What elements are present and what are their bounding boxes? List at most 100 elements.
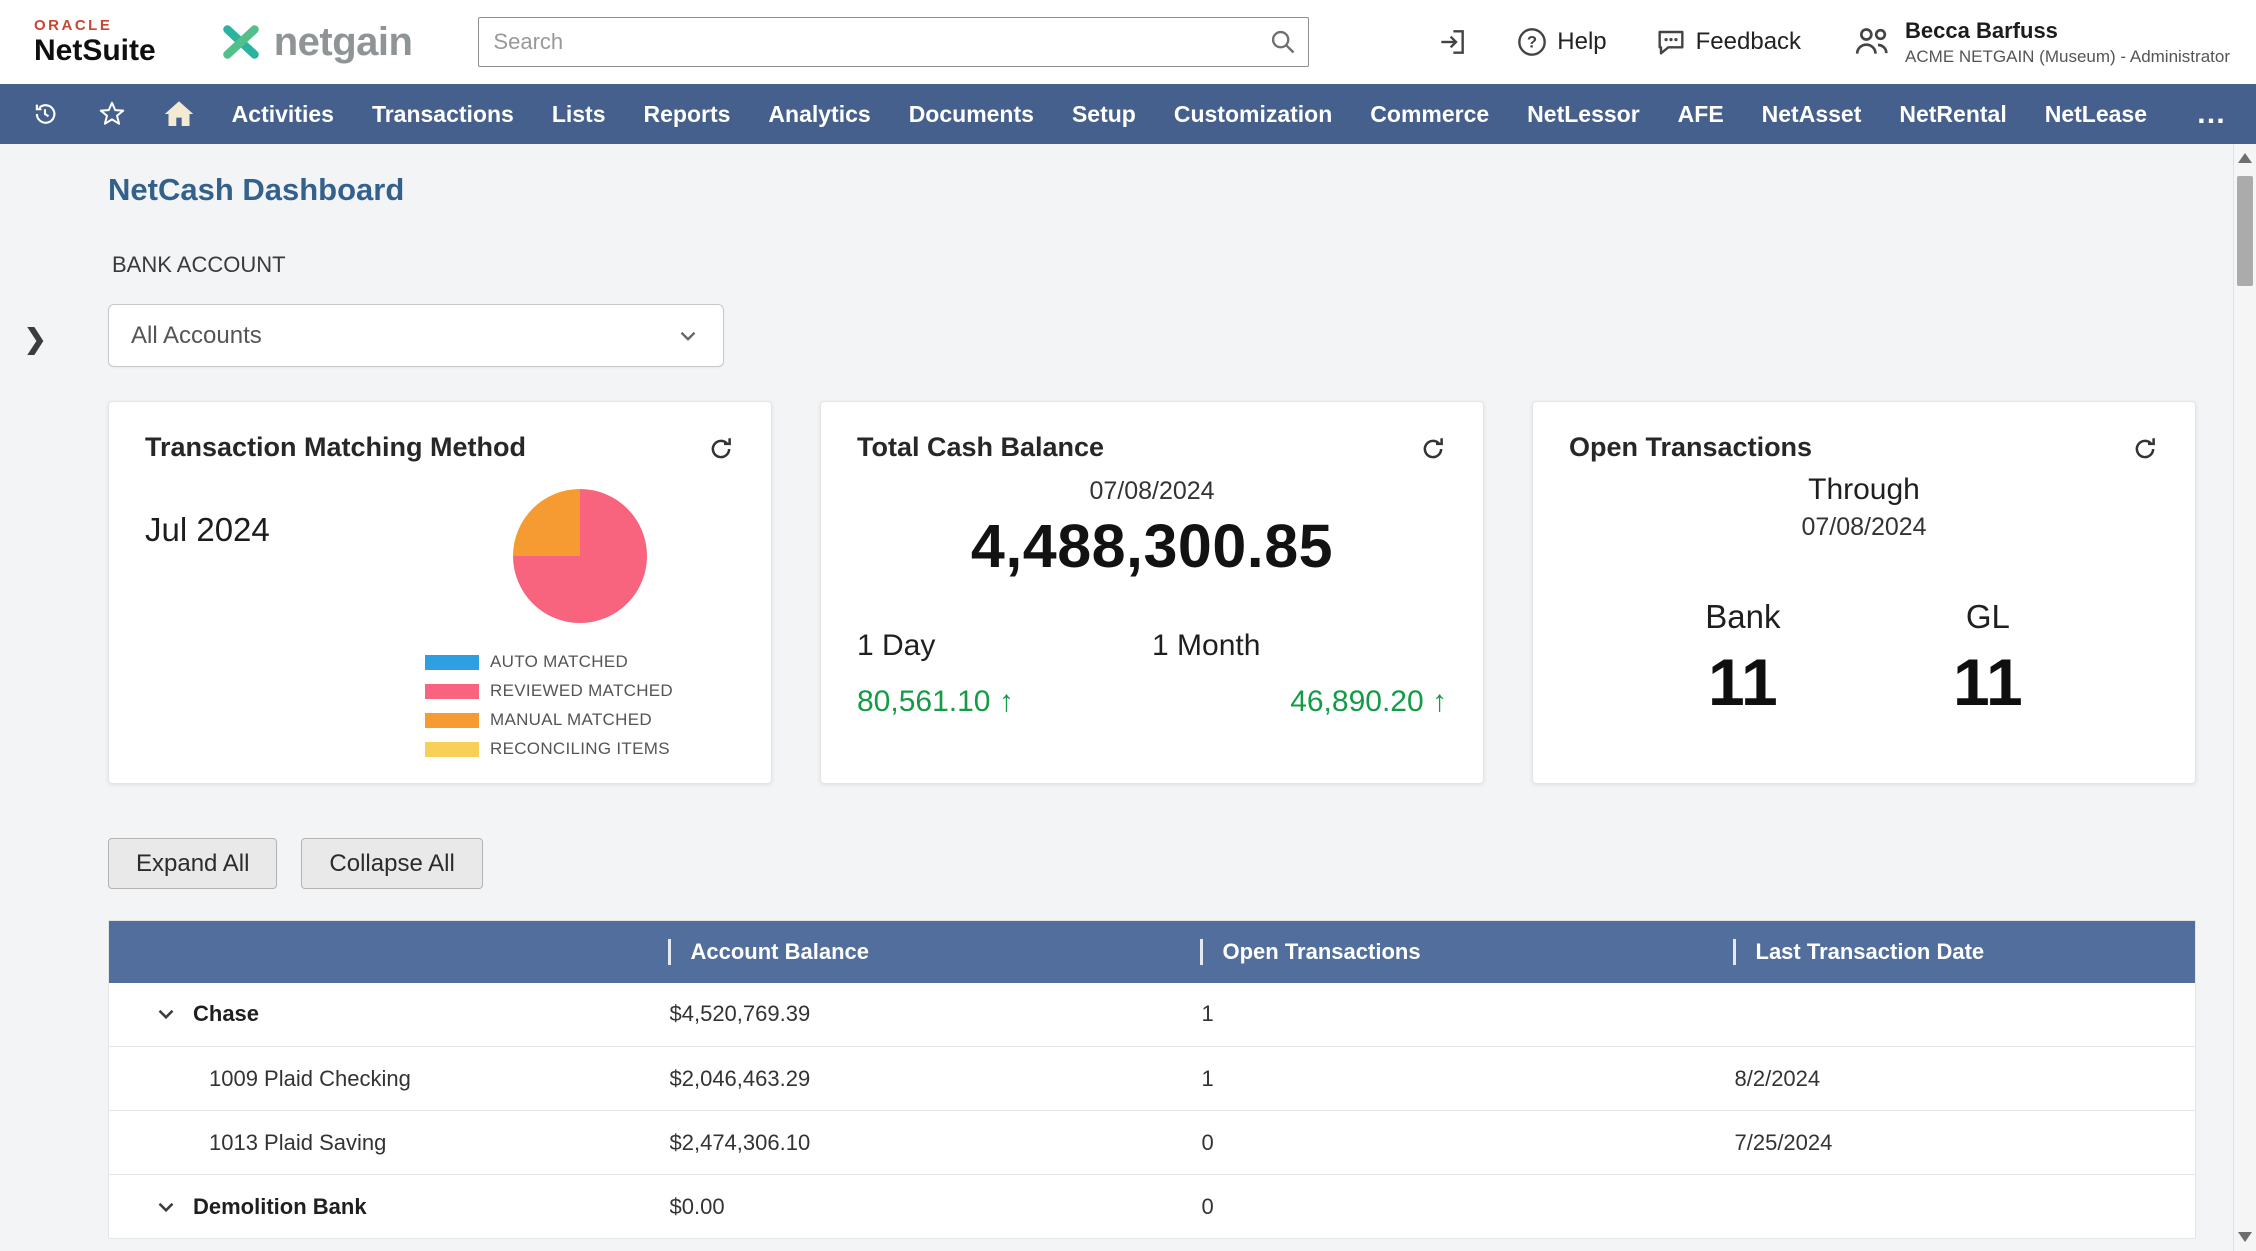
one-month-column: 1 Month 46,890.20 ↑: [1152, 629, 1447, 719]
nav-item-afe[interactable]: AFE: [1659, 84, 1743, 144]
up-arrow-icon: ↑: [1432, 685, 1447, 718]
collapse-row-icon[interactable]: [153, 1194, 179, 1220]
one-month-change: 46,890.20 ↑: [1152, 685, 1447, 719]
top-header: ORACLE NetSuite netgain ? He: [0, 0, 2256, 84]
shortcuts-button[interactable]: [79, 84, 146, 144]
column-resize-handle[interactable]: [1733, 939, 1736, 965]
help-icon: ?: [1516, 26, 1548, 58]
open-transactions-count: 1: [1178, 1047, 1711, 1111]
nav-item-lists[interactable]: Lists: [533, 84, 625, 144]
column-resize-handle[interactable]: [668, 939, 671, 965]
search-input[interactable]: [478, 17, 1309, 67]
account-balance: $0.00: [646, 1175, 1178, 1239]
column-header-account-balance[interactable]: Account Balance: [646, 921, 1178, 983]
nav-item-reports[interactable]: Reports: [625, 84, 750, 144]
legend-label: REVIEWED MATCHED: [490, 681, 673, 701]
legend-item: MANUAL MATCHED: [425, 710, 673, 730]
bank-account-selected-value: All Accounts: [131, 322, 262, 350]
last-transaction-date: 8/2/2024: [1711, 1047, 2196, 1111]
expand-all-button[interactable]: Expand All: [108, 838, 277, 889]
help-button[interactable]: ? Help: [1516, 26, 1606, 58]
page-title: NetCash Dashboard: [108, 144, 2256, 208]
nav-item-netasset[interactable]: NetAsset: [1743, 84, 1881, 144]
matching-card-body: Jul 2024 AUTO MATCHED REVIEWED MATCHED: [145, 489, 735, 759]
user-role: ACME NETGAIN (Museum) - Administrator: [1905, 47, 2230, 67]
parent-account: Demolition Bank: [109, 1194, 646, 1220]
nav-item-netlessor[interactable]: NetLessor: [1508, 84, 1658, 144]
legend-swatch-reviewed-matched: [425, 684, 479, 699]
help-label: Help: [1557, 28, 1606, 56]
open-transactions-card: Open Transactions Through 07/08/2024 Ban…: [1532, 401, 2196, 784]
bank-account-select[interactable]: All Accounts: [108, 304, 724, 367]
nav-item-activities[interactable]: Activities: [213, 84, 353, 144]
netgain-logo-icon: [218, 19, 264, 65]
scrollbar-thumb[interactable]: [2237, 176, 2253, 286]
nav-item-netlease[interactable]: NetLease: [2026, 84, 2166, 144]
last-transaction-date: [1711, 983, 2196, 1047]
scroll-down-arrow[interactable]: [2238, 1232, 2252, 1242]
scroll-up-arrow[interactable]: [2238, 153, 2252, 163]
recent-records-button[interactable]: [12, 84, 79, 144]
transaction-matching-card: Transaction Matching Method Jul 2024 AUT…: [108, 401, 772, 784]
bank-stat: Bank 11: [1705, 598, 1780, 720]
one-day-change: 80,561.10 ↑: [857, 685, 1152, 719]
collapse-all-button[interactable]: Collapse All: [301, 838, 482, 889]
column-resize-handle[interactable]: [1200, 939, 1203, 965]
refresh-button[interactable]: [2127, 432, 2163, 468]
total-cash-amount: 4,488,300.85: [857, 511, 1447, 581]
refresh-icon: [1418, 434, 1448, 464]
open-transactions-stats: Bank 11 GL 11: [1569, 598, 2159, 720]
legend-swatch-auto-matched: [425, 655, 479, 670]
collapse-row-icon[interactable]: [153, 1001, 179, 1027]
child-account: 1009 Plaid Checking: [109, 1066, 646, 1092]
nav-item-documents[interactable]: Documents: [890, 84, 1053, 144]
legend-item: REVIEWED MATCHED: [425, 681, 673, 701]
last-transaction-date: [1711, 1175, 2196, 1239]
nav-item-setup[interactable]: Setup: [1053, 84, 1155, 144]
transaction-matching-pie: [513, 489, 647, 623]
nav-item-transactions[interactable]: Transactions: [353, 84, 533, 144]
nav-overflow-button[interactable]: …: [2166, 89, 2256, 139]
oracle-netsuite-logo[interactable]: ORACLE NetSuite: [34, 18, 156, 66]
refresh-button[interactable]: [1415, 432, 1451, 468]
up-arrow-icon: ↑: [999, 685, 1014, 718]
user-info: Becca Barfuss ACME NETGAIN (Museum) - Ad…: [1905, 18, 2230, 67]
nav-item-commerce[interactable]: Commerce: [1351, 84, 1508, 144]
open-transactions-count: 0: [1178, 1175, 1711, 1239]
nav-item-customization[interactable]: Customization: [1155, 84, 1351, 144]
account-balance: $2,046,463.29: [646, 1047, 1178, 1111]
user-menu[interactable]: Becca Barfuss ACME NETGAIN (Museum) - Ad…: [1853, 18, 2230, 67]
sidebar-expand-button[interactable]: ❯: [24, 324, 47, 355]
search-icon[interactable]: [1269, 28, 1297, 56]
card-title: Open Transactions: [1569, 432, 2159, 463]
kpi-cards: Transaction Matching Method Jul 2024 AUT…: [108, 401, 2196, 784]
gl-count: 11: [1953, 644, 2023, 720]
netgain-logo-text: netgain: [274, 20, 413, 65]
feedback-button[interactable]: Feedback: [1655, 26, 1801, 58]
column-header-open-transactions[interactable]: Open Transactions: [1178, 921, 1711, 983]
legend-item: RECONCILING ITEMS: [425, 739, 673, 759]
feedback-label: Feedback: [1696, 28, 1801, 56]
import-record-button[interactable]: [1436, 26, 1468, 58]
nav-item-analytics[interactable]: Analytics: [749, 84, 889, 144]
open-transactions-count: 1: [1178, 983, 1711, 1047]
history-icon: [30, 99, 60, 129]
refresh-button[interactable]: [703, 432, 739, 468]
legend-label: RECONCILING ITEMS: [490, 739, 670, 759]
main-nav: Activities Transactions Lists Reports An…: [0, 84, 2256, 144]
refresh-icon: [706, 434, 736, 464]
home-button[interactable]: [146, 84, 213, 144]
nav-item-netrental[interactable]: NetRental: [1880, 84, 2025, 144]
table-row-chase: Chase $4,520,769.39 1: [109, 983, 2196, 1047]
accounts-table: Account Balance Open Transactions Last T…: [108, 920, 2196, 1239]
netsuite-logo-text: NetSuite: [34, 36, 156, 66]
balance-date: 07/08/2024: [857, 477, 1447, 506]
gl-stat: GL 11: [1953, 598, 2023, 720]
card-title: Transaction Matching Method: [145, 432, 735, 463]
column-header-last-transaction-date[interactable]: Last Transaction Date: [1711, 921, 2196, 983]
vertical-scrollbar[interactable]: [2233, 144, 2256, 1251]
parent-account: Chase: [109, 1001, 646, 1027]
import-record-icon: [1436, 26, 1468, 58]
column-label: Open Transactions: [1223, 939, 1421, 964]
table-row-1009-plaid-checking: 1009 Plaid Checking $2,046,463.29 1 8/2/…: [109, 1047, 2196, 1111]
